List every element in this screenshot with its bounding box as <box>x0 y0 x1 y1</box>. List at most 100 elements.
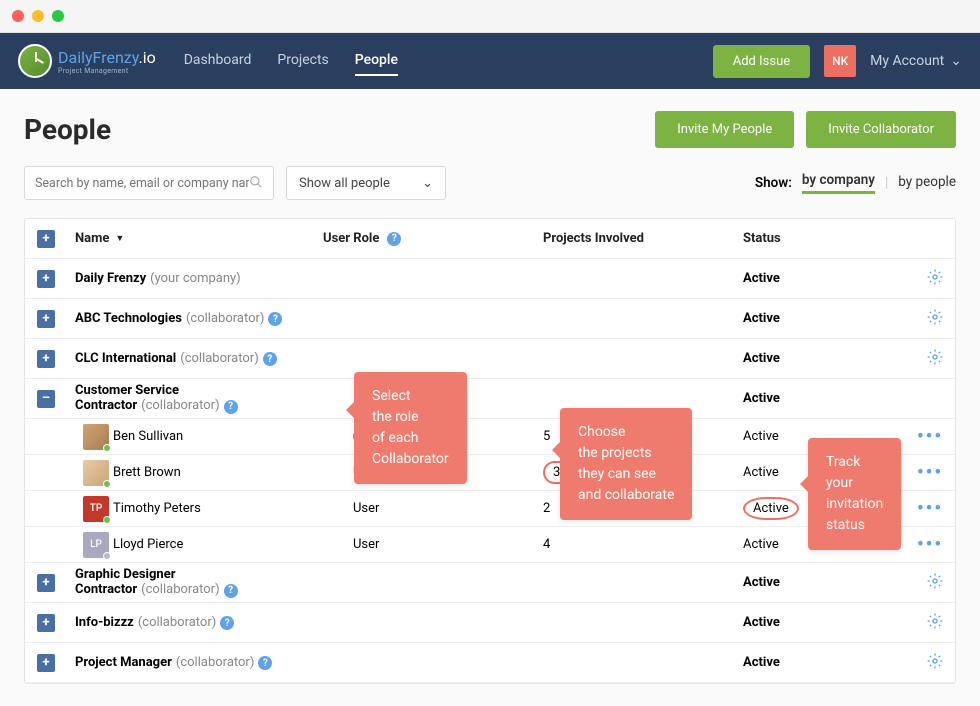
gear-icon[interactable] <box>927 573 943 593</box>
gear-icon[interactable] <box>927 349 943 369</box>
avatar[interactable] <box>83 424 109 450</box>
status-text: Active <box>743 311 883 326</box>
close-window-icon[interactable] <box>12 10 24 22</box>
group-name: Project Manager <box>75 655 172 670</box>
nav-links: Dashboard Projects People <box>184 46 398 76</box>
logo-icon <box>18 44 52 78</box>
nav-right: Add Issue NK My Account ⌄ <box>713 45 962 78</box>
group-name: Daily Frenzy <box>75 271 146 286</box>
group-meta: (collaborator) <box>138 615 216 630</box>
search-input[interactable] <box>35 176 249 191</box>
gear-icon[interactable] <box>927 613 943 633</box>
table-row-group: + Info-bizzz (collaborator)? Active <box>25 603 955 643</box>
status-text: Active <box>743 615 883 630</box>
add-issue-button[interactable]: Add Issue <box>713 45 810 78</box>
person-projects[interactable]: 4 <box>543 537 743 552</box>
status-text: Active <box>743 271 883 286</box>
show-by-company[interactable]: by company <box>802 172 875 194</box>
brand-suffix: .io <box>138 48 155 67</box>
status-text: Active <box>743 655 883 670</box>
presence-dot-icon <box>103 516 111 524</box>
more-actions-icon[interactable]: ••• <box>917 534 943 555</box>
collapse-icon[interactable]: – <box>37 390 55 408</box>
show-toggle: Show: by company | by people <box>755 172 956 194</box>
expand-icon[interactable]: + <box>37 350 55 368</box>
help-icon[interactable]: ? <box>263 352 277 366</box>
user-avatar[interactable]: NK <box>824 45 856 77</box>
gear-icon[interactable] <box>927 309 943 329</box>
search-box[interactable] <box>24 166 274 200</box>
expand-icon[interactable]: + <box>37 574 55 592</box>
help-icon[interactable]: ? <box>258 656 272 670</box>
nav-people[interactable]: People <box>355 46 398 76</box>
person-name[interactable]: Ben Sullivan <box>113 429 353 444</box>
group-name: ABC Technologies <box>75 311 182 326</box>
group-meta: (collaborator) <box>180 351 258 366</box>
more-actions-icon[interactable]: ••• <box>917 462 943 483</box>
person-name[interactable]: Lloyd Pierce <box>113 537 353 552</box>
expand-icon[interactable]: + <box>37 614 55 632</box>
help-icon[interactable]: ? <box>224 584 238 598</box>
table-row-group: + CLC International(collaborator)? Activ… <box>25 339 955 379</box>
more-actions-icon[interactable]: ••• <box>917 498 943 519</box>
expand-icon[interactable]: + <box>37 654 55 672</box>
callout-projects: Choose the projects they can see and col… <box>560 408 692 520</box>
col-name[interactable]: Name▼ <box>75 231 323 246</box>
chevron-down-icon: ⌄ <box>950 53 962 69</box>
invite-collaborator-button[interactable]: Invite Collaborator <box>806 111 956 148</box>
table-header: + Name▼ User Role? Projects Involved Sta… <box>25 219 955 259</box>
status-text: Active <box>743 351 883 366</box>
logo[interactable]: DailyFrenzy.io Project Management <box>18 44 156 78</box>
col-status: Status <box>743 231 883 246</box>
person-role[interactable]: User <box>353 501 543 516</box>
filter-bar: Show all people ⌄ Show: by company | by … <box>24 166 956 200</box>
expand-icon[interactable]: + <box>37 270 55 288</box>
status-text: Active <box>743 575 883 590</box>
top-nav: DailyFrenzy.io Project Management Dashbo… <box>0 33 980 89</box>
page-header: People Invite My People Invite Collabora… <box>24 111 956 148</box>
avatar[interactable] <box>83 460 109 486</box>
people-filter-select[interactable]: Show all people ⌄ <box>286 166 446 200</box>
more-actions-icon[interactable]: ••• <box>917 426 943 447</box>
help-icon[interactable]: ? <box>224 400 238 414</box>
person-role[interactable]: User <box>353 537 543 552</box>
maximize-window-icon[interactable] <box>52 10 64 22</box>
show-label: Show: <box>755 175 792 191</box>
show-by-people[interactable]: by people <box>898 174 956 193</box>
page-actions: Invite My People Invite Collaborator <box>655 111 956 148</box>
group-name: Info-bizzz <box>75 615 134 630</box>
my-account-label: My Account <box>870 53 944 69</box>
help-icon[interactable]: ? <box>220 616 234 630</box>
window-controls <box>0 0 980 33</box>
sort-caret-icon: ▼ <box>115 233 124 244</box>
help-icon[interactable]: ? <box>268 312 282 326</box>
person-name[interactable]: Brett Brown <box>113 465 353 480</box>
gear-icon[interactable] <box>927 653 943 673</box>
expand-all-icon[interactable]: + <box>37 230 55 248</box>
group-meta: (collaborator) <box>176 655 254 670</box>
invite-my-people-button[interactable]: Invite My People <box>655 111 794 148</box>
group-meta: (collaborator) <box>141 398 219 413</box>
person-name[interactable]: Timothy Peters <box>113 501 353 516</box>
presence-dot-icon <box>103 552 111 560</box>
brand-name: DailyFrenzy <box>58 48 138 67</box>
nav-projects[interactable]: Projects <box>277 46 328 76</box>
gear-icon[interactable] <box>927 269 943 289</box>
presence-dot-icon <box>103 444 111 452</box>
my-account-dropdown[interactable]: My Account ⌄ <box>870 53 962 69</box>
avatar[interactable]: LP <box>83 532 109 558</box>
table-row-group-expanded: – Customer Service Contractor(collaborat… <box>25 379 955 419</box>
help-icon[interactable]: ? <box>387 232 401 246</box>
table-row-group: + Daily Frenzy(your company) Active <box>25 259 955 299</box>
status-text: Active <box>743 391 883 406</box>
col-role: User Role? <box>323 231 543 246</box>
expand-icon[interactable]: + <box>37 310 55 328</box>
chevron-down-icon: ⌄ <box>422 176 433 191</box>
nav-dashboard[interactable]: Dashboard <box>184 46 252 76</box>
avatar[interactable]: TP <box>83 496 109 522</box>
col-projects: Projects Involved <box>543 231 743 246</box>
select-value: Show all people <box>299 176 390 191</box>
table-row-group: + Project Manager (collaborator)? Active <box>25 643 955 683</box>
callout-status: Track your invitation status <box>808 438 901 550</box>
minimize-window-icon[interactable] <box>32 10 44 22</box>
